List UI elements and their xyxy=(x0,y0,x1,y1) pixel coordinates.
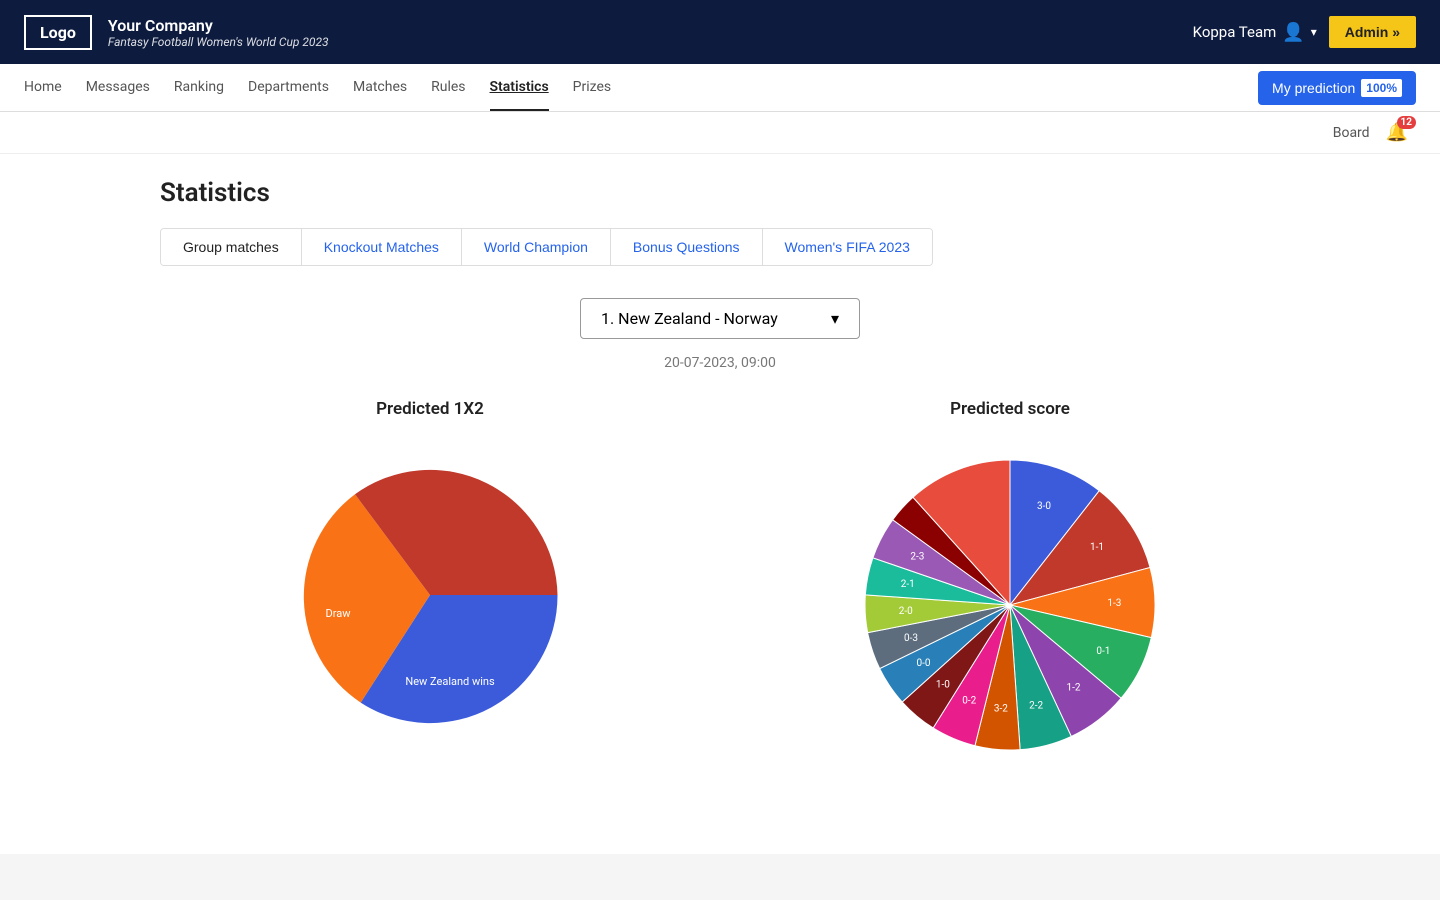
chart1-title: Predicted 1X2 xyxy=(160,399,700,419)
board-link[interactable]: Board xyxy=(1333,125,1370,141)
pie2-label-0-3: 0-3 xyxy=(904,633,918,644)
pie2-label-2-2: 2-2 xyxy=(1029,701,1043,712)
pie1-draw-label: Draw xyxy=(326,607,352,620)
logo: Logo xyxy=(24,15,92,50)
pie2-label-2-0: 2-0 xyxy=(899,606,913,617)
notification-badge: 12 xyxy=(1397,116,1416,129)
company-subtitle: Fantasy Football Women's World Cup 2023 xyxy=(108,35,329,49)
user-icon[interactable]: 👤 xyxy=(1282,22,1304,43)
chart2-title: Predicted score xyxy=(740,399,1280,419)
nav-bar: Home Messages Ranking Departments Matche… xyxy=(0,64,1440,112)
tab-bonus-questions[interactable]: Bonus Questions xyxy=(611,229,763,265)
company-info: Your Company Fantasy Football Women's Wo… xyxy=(108,16,329,49)
tab-knockout-matches[interactable]: Knockout Matches xyxy=(302,229,462,265)
header-left: Logo Your Company Fantasy Football Women… xyxy=(24,15,329,50)
pie2-label-0-1: 0-1 xyxy=(1096,646,1110,657)
pie2-label-0-2: 0-2 xyxy=(962,696,976,707)
nav-departments[interactable]: Departments xyxy=(248,65,329,111)
tab-womens-fifa[interactable]: Women's FIFA 2023 xyxy=(763,229,932,265)
pie1-wrapper: Norway wins Draw New Zealand wins xyxy=(160,435,700,755)
match-selector-row: 1. New Zealand - Norway ▾ xyxy=(160,298,1280,339)
nav-links: Home Messages Ranking Departments Matche… xyxy=(24,65,611,111)
header-right: Koppa Team 👤 ▾ Admin » xyxy=(1193,16,1416,48)
match-selected-label: 1. New Zealand - Norway xyxy=(601,309,778,328)
predicted-score-chart: Predicted score 3-0 1-1 1-3 0-1 1-2 2-2 3-2 0-2… xyxy=(740,399,1280,775)
nav-statistics[interactable]: Statistics xyxy=(490,65,549,111)
nav-messages[interactable]: Messages xyxy=(86,65,150,111)
dropdown-chevron-icon: ▾ xyxy=(831,309,839,328)
pie2-label-1-0: 1-0 xyxy=(936,680,950,691)
my-prediction-button[interactable]: My prediction 100% xyxy=(1258,71,1416,105)
pie2-label-1-3: 1-3 xyxy=(1107,598,1121,609)
match-date: 20-07-2023, 09:00 xyxy=(160,355,1280,371)
nav-ranking[interactable]: Ranking xyxy=(174,65,224,111)
bell-container: 🔔 12 xyxy=(1386,122,1408,143)
pie2-label-0-0: 0-0 xyxy=(916,658,930,669)
board-row: Board 🔔 12 xyxy=(0,112,1440,154)
pie2-label-2-3: 2-3 xyxy=(910,551,924,562)
chevron-down-icon: ▾ xyxy=(1311,25,1317,39)
header: Logo Your Company Fantasy Football Women… xyxy=(0,0,1440,64)
pie1-nz-label: New Zealand wins xyxy=(405,675,495,688)
prediction-pct-badge: 100% xyxy=(1361,79,1402,97)
nav-matches[interactable]: Matches xyxy=(353,65,407,111)
tab-world-champion[interactable]: World Champion xyxy=(462,229,611,265)
nav-prizes[interactable]: Prizes xyxy=(573,65,611,111)
company-name: Your Company xyxy=(108,16,329,35)
predicted-1x2-chart: Predicted 1X2 Norway wins Draw New Zeala… xyxy=(160,399,700,755)
pie2-label-1-2: 1-2 xyxy=(1067,682,1081,693)
pie2-svg: 3-0 1-1 1-3 0-1 1-2 2-2 3-2 0-2 1-0 0-0 0-3 2-0 2-1 2… xyxy=(840,435,1180,775)
pie2-label-1-1: 1-1 xyxy=(1090,542,1104,553)
pie2-label-3-2: 3-2 xyxy=(994,704,1008,715)
pie1-svg: Norway wins Draw New Zealand wins xyxy=(270,435,590,755)
page-title: Statistics xyxy=(160,178,1280,208)
charts-row: Predicted 1X2 Norway wins Draw New Zeala… xyxy=(160,399,1280,775)
tab-group-matches[interactable]: Group matches xyxy=(161,229,302,265)
nav-home[interactable]: Home xyxy=(24,65,62,111)
main-content: Statistics Group matches Knockout Matche… xyxy=(0,154,1440,854)
admin-button[interactable]: Admin » xyxy=(1329,16,1416,48)
match-dropdown[interactable]: 1. New Zealand - Norway ▾ xyxy=(580,298,860,339)
my-prediction-label: My prediction xyxy=(1272,80,1355,96)
user-info: Koppa Team 👤 ▾ xyxy=(1193,22,1317,43)
pie2-label-2-1: 2-1 xyxy=(901,579,915,590)
pie2-wrapper: 3-0 1-1 1-3 0-1 1-2 2-2 3-2 0-2 1-0 0-0 0-3 2-0 2-1 2… xyxy=(740,435,1280,775)
pie2-label-3-0: 3-0 xyxy=(1037,501,1051,512)
tabs-container: Group matches Knockout Matches World Cha… xyxy=(160,228,933,266)
nav-rules[interactable]: Rules xyxy=(431,65,465,111)
user-name: Koppa Team xyxy=(1193,23,1277,41)
